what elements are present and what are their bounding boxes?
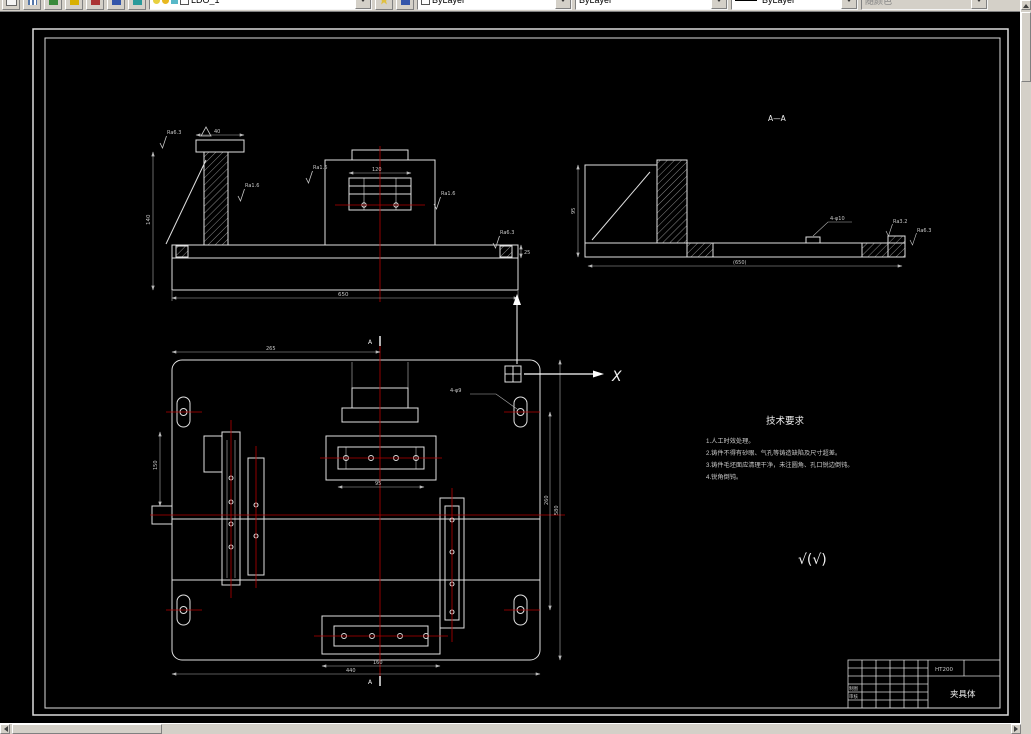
file-icon <box>5 0 17 6</box>
roughness-label: Ra6.3 <box>167 130 181 136</box>
layer-name: LDO_1 <box>191 0 220 5</box>
toolbar-icon[interactable] <box>23 0 41 10</box>
tech-item: 1.人工时效处理。 <box>706 437 754 445</box>
lineweight-value: ByLayer <box>762 0 796 5</box>
lineweight-sample-icon <box>735 0 757 1</box>
cad-window: 650 140 120 40 25 Ra6.3 Ra1.6 Ra1.6 Ra1.… <box>0 0 1031 734</box>
grid-icon <box>27 0 37 5</box>
roughness-label: Ra1.6 <box>245 183 259 189</box>
roughness-label: Ra6.3 <box>500 230 514 236</box>
layer-freeze-icon <box>162 0 169 4</box>
horizontal-scroll-thumb[interactable] <box>12 724 162 734</box>
scroll-right-icon[interactable] <box>1011 724 1021 734</box>
star-icon <box>379 0 389 5</box>
roughness-label: Ra3.2 <box>893 219 907 225</box>
toolbar-icon[interactable] <box>65 0 83 10</box>
linetype-control[interactable]: ByLayer <box>575 0 728 10</box>
layer-lock-icon <box>171 0 178 4</box>
dim-plan-top: 265 <box>266 346 276 352</box>
dim-section-height: 95 <box>571 208 577 214</box>
layer-on-icon <box>153 0 160 4</box>
chevron-down-icon <box>971 0 987 9</box>
dim-plan-left: 150 <box>153 460 159 470</box>
toolbar-icon[interactable] <box>107 0 125 10</box>
dim-front-block: 120 <box>372 167 382 173</box>
color-control[interactable]: ByLayer <box>417 0 572 10</box>
ucs-axis: X <box>504 294 622 385</box>
linetype-value: ByLayer <box>579 0 613 5</box>
scroll-up-icon[interactable] <box>1021 0 1031 10</box>
tool-icon <box>90 0 100 5</box>
dim-plan-bolt: 95 <box>375 481 381 487</box>
dim-section-width: (650) <box>733 260 746 266</box>
ucs-icon <box>504 365 522 383</box>
drawing-canvas[interactable]: 650 140 120 40 25 Ra6.3 Ra1.6 Ra1.6 Ra1.… <box>0 0 1031 734</box>
plotstyle-value: 随颜色 <box>865 0 893 6</box>
tech-requirements: 技术要求 1.人工时效处理。 2.铸件不得有砂眼、气孔等铸造缺陷及尺寸超差。 3… <box>706 415 853 481</box>
dim-front-step: 25 <box>524 250 530 256</box>
tech-item: 2.铸件不得有砂眼、气孔等铸造缺陷及尺寸超差。 <box>706 449 841 457</box>
chevron-down-icon[interactable] <box>711 0 727 9</box>
tool-icon <box>400 0 410 5</box>
scroll-left-icon[interactable] <box>0 724 10 734</box>
vertical-scroll-thumb[interactable] <box>1021 12 1031 82</box>
roughness-label: Ra6.3 <box>917 228 931 234</box>
chevron-down-icon[interactable] <box>355 0 371 9</box>
layer-previous-icon[interactable] <box>375 0 393 10</box>
lineweight-control[interactable]: ByLayer <box>731 0 858 10</box>
toolbar-icon[interactable] <box>44 0 62 10</box>
layer-control[interactable]: LDO_1 <box>149 0 372 10</box>
dim-plan-bottom: 440 <box>346 668 356 674</box>
plan-centerlines <box>150 346 565 682</box>
horizontal-scrollbar[interactable] <box>0 723 1021 734</box>
tool-icon <box>69 0 79 5</box>
dim-plan-bottom-inner: 160 <box>373 660 383 666</box>
tech-item: 3.铸件毛坯面应清理干净，未注圆角、孔口锐边倒钝。 <box>706 461 853 469</box>
dim-section-hole: 4-φ10 <box>830 216 845 222</box>
section-view: A—A 95 (650) 4-φ10 Ra3.2 Ra6.3 <box>571 114 931 268</box>
layer-color-swatch <box>180 0 189 5</box>
tool-icon <box>111 0 121 5</box>
front-view: 650 140 120 40 25 Ra6.3 Ra1.6 Ra1.6 Ra1.… <box>146 126 530 302</box>
dim-plan-right-inner: 260 <box>544 495 550 505</box>
color-swatch <box>421 0 430 5</box>
chevron-down-icon[interactable] <box>555 0 571 9</box>
dim-front-width: 650 <box>338 292 349 298</box>
properties-toolbar: LDO_1 ByLayer ByLayer ByLayer 随颜色 <box>0 0 1021 12</box>
title-label-check: 审核 <box>849 693 858 700</box>
plotstyle-control: 随颜色 <box>861 0 988 10</box>
dim-front-height: 140 <box>146 214 152 225</box>
dim-front-top: 40 <box>214 129 220 135</box>
roughness-label: Ra1.6 <box>313 165 327 171</box>
toolbar-icon[interactable] <box>2 0 20 10</box>
toolbar-icon[interactable] <box>86 0 104 10</box>
chevron-down-icon[interactable] <box>841 0 857 9</box>
section-label: A—A <box>768 114 787 123</box>
toolbar-icon[interactable] <box>128 0 146 10</box>
finish-note: √(√) <box>798 552 827 568</box>
dim-plan-right: 580 <box>554 505 560 515</box>
tech-item: 4.锐角倒钝。 <box>706 473 742 481</box>
vertical-scrollbar[interactable] <box>1020 0 1031 734</box>
tech-title: 技术要求 <box>766 415 805 427</box>
tool-icon <box>132 0 142 5</box>
plan-view: 265 95 160 440 260 580 150 4-φ9 A A <box>150 336 565 686</box>
tool-icon <box>48 0 58 5</box>
scrollbar-corner <box>1021 724 1031 734</box>
title-block: HT200 夹具体 制图 审核 <box>847 659 1001 709</box>
roughness-label: Ra1.6 <box>441 191 455 197</box>
dim-plan-slot: 4-φ9 <box>450 388 461 394</box>
title-part-name: 夹具体 <box>950 689 976 699</box>
make-layer-current-icon[interactable] <box>396 0 414 10</box>
color-value: ByLayer <box>432 0 466 5</box>
axis-x-label: X <box>611 369 622 385</box>
section-mark: A <box>368 679 373 686</box>
title-label-draw: 制图 <box>849 685 858 692</box>
section-mark: A <box>368 339 373 346</box>
title-material: HT200 <box>935 667 953 673</box>
